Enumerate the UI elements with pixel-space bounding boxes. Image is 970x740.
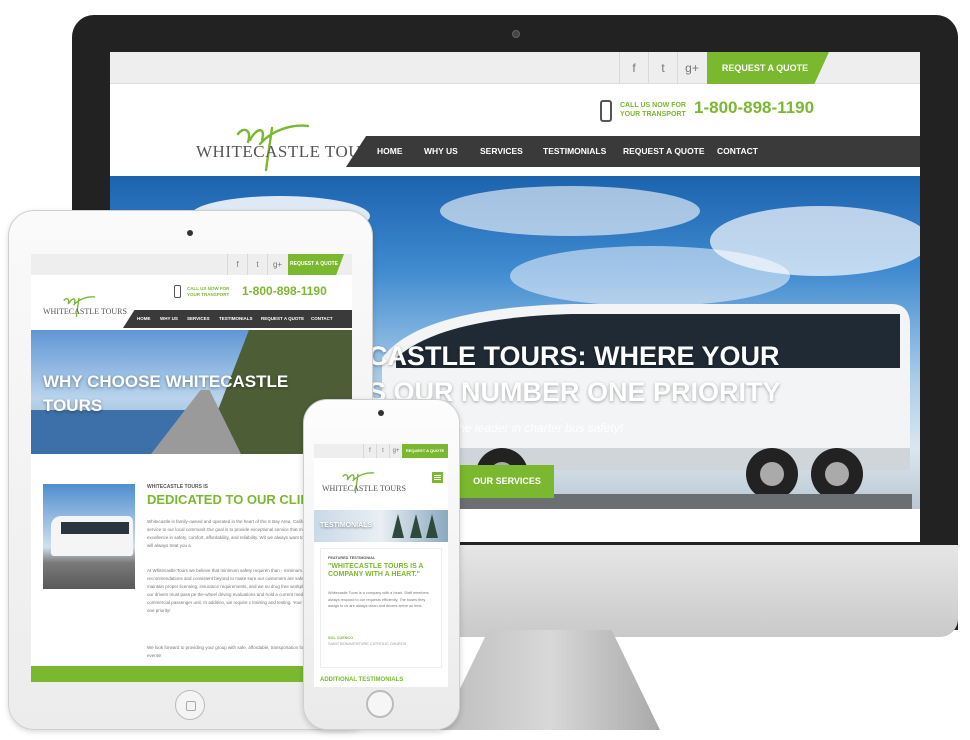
- home-icon: [186, 701, 196, 711]
- desktop-topbar: f t g+ REQUEST A QUOTE: [110, 52, 920, 84]
- phone-number[interactable]: 1-800-898-1190: [694, 98, 814, 118]
- nav-testimonials[interactable]: TESTIMONIALS: [219, 310, 253, 328]
- nav-services[interactable]: SERVICES: [480, 136, 523, 167]
- call-block: CALL US NOW FOR YOUR TRANSPORT 1-800-898…: [600, 96, 820, 136]
- phone-home-button[interactable]: [366, 690, 394, 718]
- hamburger-menu-icon[interactable]: [432, 472, 443, 483]
- monitor-stand: [440, 630, 660, 730]
- tree-image: [410, 514, 422, 538]
- facebook-icon[interactable]: f: [363, 444, 376, 458]
- tablet-section-heading: DEDICATED TO OUR CLIEN: [147, 492, 319, 507]
- tablet-call-text: CALL US NOW FOR YOUR TRANSPORT: [187, 286, 230, 297]
- nav-request-quote[interactable]: REQUEST A QUOTE: [623, 136, 705, 167]
- additional-testimonials-link[interactable]: ADDITIONAL TESTIMONIALS: [320, 677, 403, 683]
- phone-hero: TESTIMONIALS: [314, 510, 448, 542]
- testimonial-org: SAINT BONAVENTURE CATHOLIC CHURCH: [328, 642, 407, 646]
- nav-why-us[interactable]: WHY US: [424, 136, 458, 167]
- tablet-nav: HOME WHY US SERVICES TESTIMONIALS REQUES…: [123, 310, 352, 328]
- hero-subtitle: the leader in charter bus safety!: [455, 421, 624, 435]
- mobile-phone-icon: [174, 285, 181, 298]
- tablet-topbar: f t g+ REQUEST A QUOTE: [31, 254, 352, 275]
- twitter-icon[interactable]: t: [247, 254, 267, 275]
- twitter-icon[interactable]: t: [376, 444, 389, 458]
- nav-why-us[interactable]: WHY US: [160, 310, 178, 328]
- nav-request-quote[interactable]: REQUEST A QUOTE: [261, 310, 304, 328]
- nav-home[interactable]: HOME: [137, 310, 151, 328]
- nav-services[interactable]: SERVICES: [187, 310, 210, 328]
- facebook-icon[interactable]: f: [227, 254, 247, 275]
- facebook-icon[interactable]: f: [619, 52, 648, 84]
- tablet-home-button[interactable]: [175, 690, 205, 720]
- testimonial-author: SOL CUENCO: [328, 636, 354, 640]
- tree-image: [426, 514, 438, 538]
- phone-logo-text[interactable]: WHITECASTLE TOURS: [322, 484, 406, 493]
- nav-contact[interactable]: CONTACT: [311, 310, 333, 328]
- site-logo[interactable]: WHITECASTLE TOURS: [196, 120, 382, 176]
- mobile-phone-icon: [600, 100, 612, 122]
- tablet-kicker: WHITECASTLE TOURS IS: [147, 484, 209, 490]
- tablet-hero-title: WHY CHOOSE WHITECASTLE TOURS: [43, 372, 289, 415]
- testimonial-title: "WHITECASTLE TOURS IS A COMPANY WITH A H…: [328, 563, 424, 578]
- camera-icon: [512, 30, 520, 38]
- tree-image: [392, 514, 404, 538]
- google-plus-icon[interactable]: g+: [267, 254, 287, 275]
- bus-thumbnail-image: [43, 484, 135, 589]
- bus-image: [51, 516, 133, 556]
- google-plus-icon[interactable]: g+: [677, 52, 706, 84]
- tablet-phone-number[interactable]: 1-800-898-1190: [242, 284, 327, 298]
- cloud: [510, 246, 790, 306]
- phone-kicker: FEATURED TESTIMONIAL: [328, 556, 376, 560]
- twitter-icon[interactable]: t: [648, 52, 677, 84]
- nav-home[interactable]: HOME: [377, 136, 403, 167]
- testimonial-body: Whitecastle Tours is a company with a he…: [328, 591, 429, 608]
- call-text: CALL US NOW FOR YOUR TRANSPORT: [620, 102, 686, 118]
- phone-topbar: f t g+ REQUEST A QUOTE: [314, 444, 448, 458]
- main-nav: HOME WHY US SERVICES TESTIMONIALS REQUES…: [346, 136, 920, 167]
- tablet-logo-text[interactable]: WHITECASTLE TOURS: [43, 307, 127, 316]
- tablet-request-quote-button[interactable]: REQUEST A QUOTE: [288, 254, 344, 275]
- phone-screen: f t g+ REQUEST A QUOTE WHITECASTLE TOURS…: [314, 444, 448, 687]
- phone-hero-label: TESTIMONIALS: [320, 522, 373, 529]
- phone-request-quote-button[interactable]: REQUEST A QUOTE: [402, 444, 448, 458]
- request-quote-button[interactable]: REQUEST A QUOTE: [707, 52, 829, 84]
- google-plus-icon[interactable]: g+: [389, 444, 402, 458]
- our-services-button[interactable]: OUR SERVICES: [460, 465, 554, 498]
- nav-testimonials[interactable]: TESTIMONIALS: [543, 136, 606, 167]
- nav-contact[interactable]: CONTACT: [717, 136, 758, 167]
- cloud: [440, 186, 700, 236]
- tablet-camera-icon: [187, 230, 193, 236]
- hero-title-line1: CASTLE TOURS: WHERE YOUR: [368, 341, 780, 371]
- phone-camera-icon: [378, 410, 384, 416]
